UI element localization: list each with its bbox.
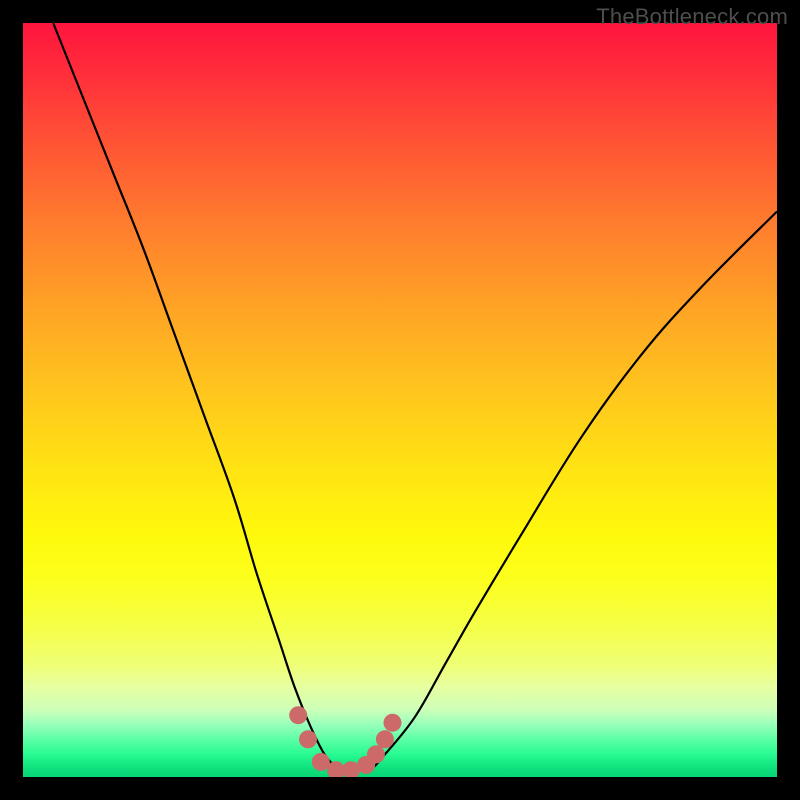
marker-dot: [376, 730, 394, 748]
bottleneck-curve: [53, 23, 777, 771]
marker-dot: [312, 753, 330, 771]
trough-markers: [289, 706, 401, 777]
marker-dot: [384, 714, 402, 732]
watermark-text: TheBottleneck.com: [596, 4, 788, 30]
marker-dot: [289, 706, 307, 724]
marker-dot: [367, 745, 385, 763]
plot-area: [23, 23, 777, 777]
marker-dot: [299, 730, 317, 748]
chart-frame: TheBottleneck.com: [0, 0, 800, 800]
curve-layer: [23, 23, 777, 777]
